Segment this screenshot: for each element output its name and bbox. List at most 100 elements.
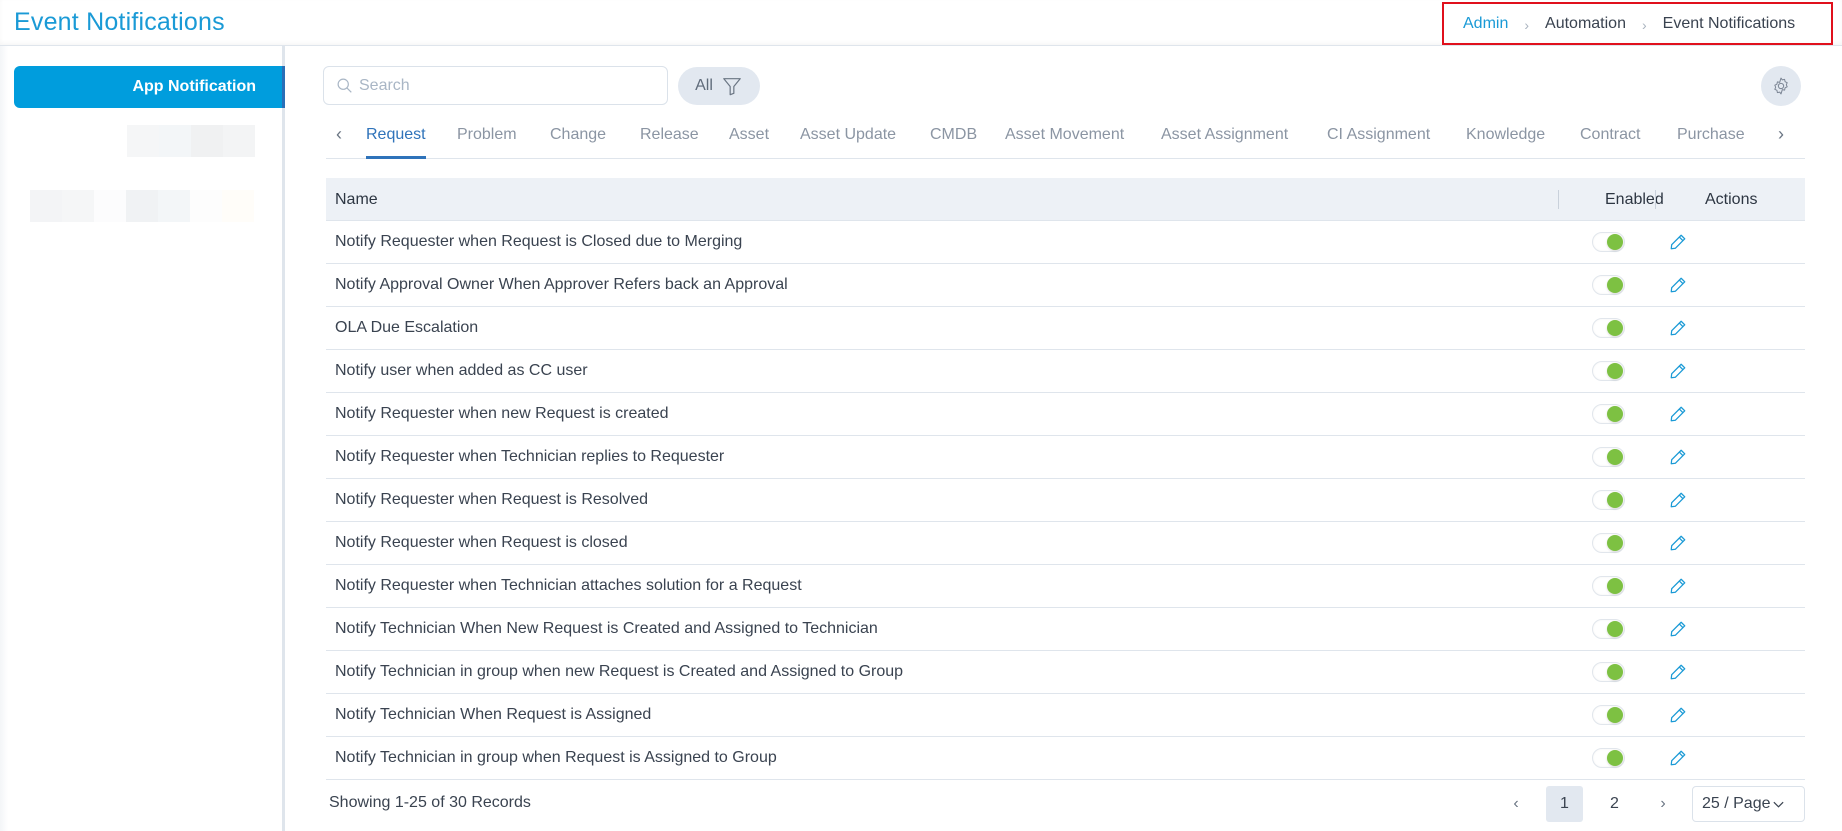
breadcrumb-admin[interactable]: Admin xyxy=(1463,15,1508,33)
records-count: Showing 1-25 of 30 Records xyxy=(329,794,531,811)
table-row: Notify Technician in group when new Requ… xyxy=(326,651,1805,694)
pagination-page-2[interactable]: 2 xyxy=(1596,786,1633,822)
toggle-knob xyxy=(1607,234,1623,250)
tab-problem[interactable]: Problem xyxy=(457,126,517,159)
notification-name[interactable]: Notify Requester when Request is Closed … xyxy=(335,233,742,251)
search-icon xyxy=(337,78,352,93)
enabled-toggle[interactable] xyxy=(1592,619,1625,639)
toggle-knob xyxy=(1607,707,1623,723)
tab-change[interactable]: Change xyxy=(550,126,606,159)
notification-name[interactable]: Notify Requester when Technician replies… xyxy=(335,448,724,466)
pencil-icon[interactable] xyxy=(1669,749,1687,767)
pencil-icon[interactable] xyxy=(1669,534,1687,552)
notification-name[interactable]: Notify Technician in group when new Requ… xyxy=(335,663,903,681)
settings-button[interactable] xyxy=(1761,66,1801,106)
table-row: Notify Technician When Request is Assign… xyxy=(326,694,1805,737)
page-title: Event Notifications xyxy=(14,8,225,36)
sidebar-shadow xyxy=(0,46,8,831)
chevron-right-icon: › xyxy=(1524,16,1530,33)
pagination-prev-button[interactable]: ‹ xyxy=(1500,786,1532,822)
gear-icon xyxy=(1774,77,1788,95)
enabled-toggle[interactable] xyxy=(1592,576,1625,596)
tab-asset[interactable]: Asset xyxy=(729,126,769,159)
notification-name[interactable]: Notify Technician in group when Request … xyxy=(335,749,777,767)
toggle-knob xyxy=(1607,664,1623,680)
tab-asset-update[interactable]: Asset Update xyxy=(800,126,896,159)
table-row: Notify Requester when Technician attache… xyxy=(326,565,1805,608)
pencil-icon[interactable] xyxy=(1669,577,1687,595)
page-size-select[interactable]: 25 / Page xyxy=(1692,786,1805,822)
pencil-icon[interactable] xyxy=(1669,620,1687,638)
enabled-toggle[interactable] xyxy=(1592,447,1625,467)
search-input[interactable] xyxy=(359,76,639,95)
toggle-knob xyxy=(1607,535,1623,551)
search-input-wrapper[interactable] xyxy=(323,66,668,105)
notification-name[interactable]: Notify Technician When Request is Assign… xyxy=(335,706,651,724)
toggle-knob xyxy=(1607,363,1623,379)
enabled-toggle[interactable] xyxy=(1592,533,1625,553)
tab-knowledge[interactable]: Knowledge xyxy=(1466,126,1545,159)
sidebar-item-app-notification[interactable]: App Notification xyxy=(14,66,285,108)
tab-request[interactable]: Request xyxy=(366,126,426,159)
enabled-toggle[interactable] xyxy=(1592,318,1625,338)
notification-name[interactable]: Notify Technician When New Request is Cr… xyxy=(335,620,878,638)
notification-name[interactable]: Notify Requester when Request is Resolve… xyxy=(335,491,648,509)
enabled-toggle[interactable] xyxy=(1592,232,1625,252)
notification-name[interactable]: Notify Approval Owner When Approver Refe… xyxy=(335,276,788,294)
pencil-icon[interactable] xyxy=(1669,663,1687,681)
tab-asset-assignment[interactable]: Asset Assignment xyxy=(1161,126,1288,159)
tab-purchase[interactable]: Purchase xyxy=(1677,126,1745,159)
pencil-icon[interactable] xyxy=(1669,491,1687,509)
pagination-page-1[interactable]: 1 xyxy=(1546,786,1583,822)
enabled-toggle[interactable] xyxy=(1592,361,1625,381)
tab-release[interactable]: Release xyxy=(640,126,699,159)
pencil-icon[interactable] xyxy=(1669,319,1687,337)
tab-asset-movement[interactable]: Asset Movement xyxy=(1005,126,1124,159)
pencil-icon[interactable] xyxy=(1669,362,1687,380)
filter-button[interactable]: All xyxy=(678,67,760,105)
toggle-knob xyxy=(1607,492,1623,508)
toggle-knob xyxy=(1607,277,1623,293)
notification-name[interactable]: Notify Requester when new Request is cre… xyxy=(335,405,669,423)
sidebar-item-redacted[interactable] xyxy=(30,190,254,222)
table-body: Notify Requester when Request is Closed … xyxy=(326,221,1805,780)
tabs-scroll-right-icon[interactable]: › xyxy=(1778,124,1784,145)
toggle-knob xyxy=(1607,578,1623,594)
pagination-next-button[interactable]: › xyxy=(1647,786,1679,822)
pencil-icon[interactable] xyxy=(1669,405,1687,423)
pencil-icon[interactable] xyxy=(1669,276,1687,294)
breadcrumb: Admin › Automation › Event Notifications xyxy=(1442,2,1833,45)
table-row: Notify Approval Owner When Approver Refe… xyxy=(326,264,1805,307)
tab-contract[interactable]: Contract xyxy=(1580,126,1640,159)
toggle-knob xyxy=(1607,406,1623,422)
table-row: Notify Requester when Request is Closed … xyxy=(326,221,1805,264)
sidebar-item-redacted[interactable] xyxy=(127,125,255,157)
notification-name[interactable]: OLA Due Escalation xyxy=(335,319,478,337)
table-row: Notify user when added as CC user xyxy=(326,350,1805,393)
sidebar: App Notification xyxy=(0,46,285,831)
enabled-toggle[interactable] xyxy=(1592,662,1625,682)
tabs-scroll-left-icon[interactable]: ‹ xyxy=(336,124,342,145)
column-divider xyxy=(1558,190,1559,209)
toggle-knob xyxy=(1607,750,1623,766)
enabled-toggle[interactable] xyxy=(1592,490,1625,510)
notification-name[interactable]: Notify Requester when Request is closed xyxy=(335,534,628,552)
enabled-toggle[interactable] xyxy=(1592,275,1625,295)
enabled-toggle[interactable] xyxy=(1592,748,1625,768)
column-header-name[interactable]: Name xyxy=(335,191,378,209)
tab-cmdb[interactable]: CMDB xyxy=(930,126,977,159)
pencil-icon[interactable] xyxy=(1669,448,1687,466)
pencil-icon[interactable] xyxy=(1669,706,1687,724)
top-header: Event Notifications Admin › Automation ›… xyxy=(0,0,1842,46)
breadcrumb-automation[interactable]: Automation xyxy=(1545,15,1626,33)
chevron-down-icon xyxy=(1772,801,1784,808)
toggle-knob xyxy=(1607,320,1623,336)
table-row: Notify Requester when Technician replies… xyxy=(326,436,1805,479)
pencil-icon[interactable] xyxy=(1669,233,1687,251)
enabled-toggle[interactable] xyxy=(1592,705,1625,725)
tab-ci-assignment[interactable]: CI Assignment xyxy=(1327,126,1430,159)
enabled-toggle[interactable] xyxy=(1592,404,1625,424)
notification-name[interactable]: Notify Requester when Technician attache… xyxy=(335,577,802,595)
column-header-actions: Actions xyxy=(1705,191,1758,208)
notification-name[interactable]: Notify user when added as CC user xyxy=(335,362,588,380)
